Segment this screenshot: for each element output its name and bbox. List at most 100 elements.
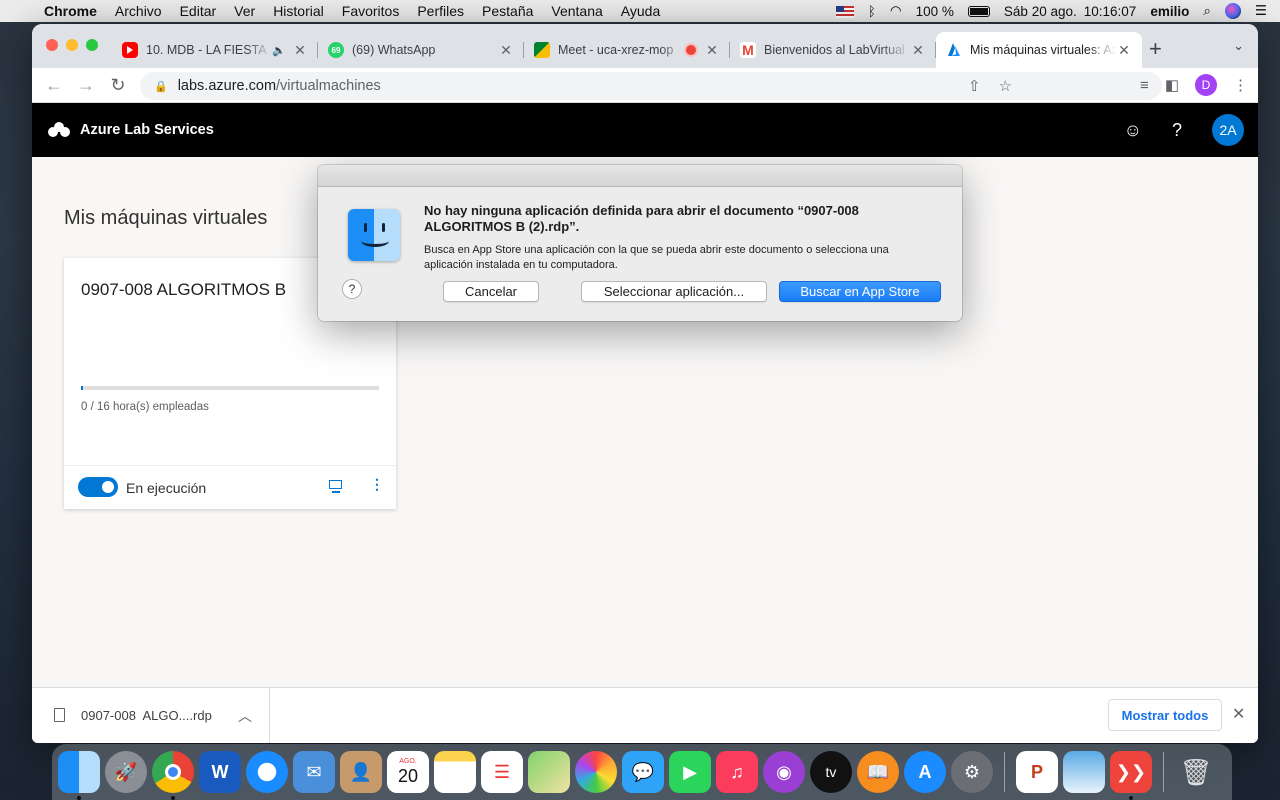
meet-icon [534,42,550,58]
contacts-dock-icon[interactable]: 👤 [340,751,382,793]
address-bar[interactable]: 🔒 labs.azure.com/virtualmachines ⇧ ☆ [140,72,1162,100]
notes-dock-icon[interactable] [434,751,476,793]
close-tab-icon[interactable]: ✕ [910,42,926,59]
anydesk-dock-icon[interactable]: ❯❯ [1110,751,1152,800]
download-item[interactable]: 0907-008 ALGO....rdp ︿ [32,688,270,743]
spotlight-search-icon[interactable]: ⌕ [1196,3,1218,19]
mail-dock-icon[interactable]: ✉ [293,751,335,793]
finder-dock-icon[interactable] [58,751,100,800]
url-path: /virtualmachines [276,78,381,94]
menu-ventana[interactable]: Ventana [542,3,611,19]
tab-whatsapp[interactable]: 69 (69) WhatsApp ✕ [318,32,524,68]
feedback-smiley-icon[interactable]: ☺ [1124,120,1142,141]
forward-arrow-icon[interactable]: → [70,75,102,96]
music-dock-icon[interactable]: ♫ [716,751,758,793]
tab-title: 10. MDB - LA FIESTA [146,43,267,57]
siri-icon[interactable] [1218,3,1248,20]
side-panel-icon[interactable]: ◧ [1165,76,1179,94]
tab-youtube[interactable]: 10. MDB - LA FIESTA 🔈 ✕ [112,32,318,68]
menu-ver[interactable]: Ver [225,3,264,19]
menu-historial[interactable]: Historial [264,3,333,19]
search-app-store-button[interactable]: Buscar en App Store [779,281,941,302]
close-tab-icon[interactable]: ✕ [1116,42,1132,59]
chrome-dock-icon[interactable] [152,751,194,800]
dialog-titlebar [318,165,962,187]
menu-archivo[interactable]: Archivo [106,3,171,19]
close-tab-icon[interactable]: ✕ [498,42,514,59]
lock-icon[interactable]: 🔒 [154,80,168,93]
input-source-flag-icon[interactable] [829,4,861,19]
tab-search-chevron-icon[interactable]: ⌄ [1233,38,1244,54]
more-options-icon[interactable]: ⋮ [370,476,384,493]
menu-ayuda[interactable]: Ayuda [612,3,669,19]
tab-azure-active[interactable]: Mis máquinas virtuales: Azure ✕ [936,32,1142,68]
azure-brand[interactable]: Azure Lab Services [80,122,214,138]
file-icon [54,708,65,722]
url-host: labs.azure.com [177,78,277,94]
share-icon[interactable]: ⇧ [968,77,981,95]
menu-app-chrome[interactable]: Chrome [42,3,106,19]
trash-dock-icon[interactable]: 🗑 [1175,751,1217,793]
tab-gmail[interactable]: M Bienvenidos al LabVirtual ✕ [730,32,936,68]
powerpoint-dock-icon[interactable]: P [1016,751,1058,793]
close-tab-icon[interactable]: ✕ [704,42,720,59]
reading-list-icon[interactable]: ≡ [1140,77,1149,94]
system-preferences-dock-icon[interactable]: ⚙ [951,751,993,793]
menubar-date[interactable]: Sáb 20 ago. [997,4,1084,19]
profile-avatar[interactable]: D [1195,74,1217,96]
facetime-dock-icon[interactable]: ▶ [669,751,711,793]
app-store-dock-icon[interactable]: A [904,751,946,793]
vm-state-toggle[interactable] [78,477,118,497]
speaker-icon[interactable]: 🔈 [272,44,286,57]
photos-dock-icon[interactable] [575,751,617,793]
tab-title: Bienvenidos al LabVirtual [764,43,905,57]
close-window-button[interactable] [46,39,58,51]
minimize-window-button[interactable] [66,39,78,51]
books-dock-icon[interactable]: 📖 [857,751,899,793]
menu-favoritos[interactable]: Favoritos [333,3,409,19]
maps-dock-icon[interactable] [528,751,570,793]
reminders-dock-icon[interactable]: ☰ [481,751,523,793]
new-tab-button[interactable]: + [1149,36,1162,62]
tab-meet[interactable]: Meet - uca-xrez-mop ✕ [524,32,730,68]
bookmark-star-icon[interactable]: ☆ [999,77,1012,95]
menu-perfiles[interactable]: Perfiles [408,3,473,19]
chevron-up-icon[interactable]: ︿ [238,706,252,726]
launchpad-dock-icon[interactable]: 🚀 [105,751,147,793]
help-icon[interactable]: ? [1172,120,1182,141]
user-avatar[interactable]: 2A [1212,114,1244,146]
control-center-icon[interactable]: ☰ [1248,3,1274,19]
cancel-button[interactable]: Cancelar [443,281,539,302]
connect-monitor-icon[interactable] [328,478,344,494]
chrome-menu-icon[interactable]: ⋮ [1233,76,1248,94]
select-application-button[interactable]: Seleccionar aplicación... [581,281,767,302]
menubar-time[interactable]: 10:16:07 [1084,4,1144,19]
menubar-user[interactable]: emilio [1143,4,1196,19]
menu-pestana[interactable]: Pestaña [473,3,542,19]
close-tab-icon[interactable]: ✕ [292,42,308,59]
dialog-message: Busca en App Store una aplicación con la… [424,244,889,271]
safari-dock-icon[interactable] [246,751,288,793]
word-dock-icon[interactable]: W [199,751,241,793]
calendar-dock-icon[interactable]: AGO. 20 [387,751,429,793]
tab-title: Meet - uca-xrez-mop [558,43,674,57]
show-all-downloads-button[interactable]: Mostrar todos [1108,699,1222,731]
calendar-month: AGO. [399,758,417,765]
messages-dock-icon[interactable]: 💬 [622,751,664,793]
download-filename: 0907-008 ALGO....rdp [81,708,212,723]
apple-tv-dock-icon[interactable]: tv [810,751,852,793]
wifi-icon[interactable]: ◠ [883,3,909,19]
zoom-window-button[interactable] [86,39,98,51]
dock-separator [1004,752,1005,792]
reload-icon[interactable]: ↻ [102,75,134,96]
dialog-help-button[interactable]: ? [342,279,362,299]
azure-lab-logo-icon [48,122,70,138]
battery-icon[interactable] [961,4,997,19]
podcasts-dock-icon[interactable]: ◉ [763,751,805,793]
bluetooth-icon[interactable]: ᛒ [861,4,883,19]
preview-dock-icon[interactable] [1063,751,1105,793]
close-download-shelf-icon[interactable]: ✕ [1232,704,1245,724]
browser-window: 10. MDB - LA FIESTA 🔈 ✕ 69 (69) WhatsApp… [32,24,1258,743]
menu-editar[interactable]: Editar [171,3,226,19]
back-arrow-icon[interactable]: ← [38,75,70,96]
